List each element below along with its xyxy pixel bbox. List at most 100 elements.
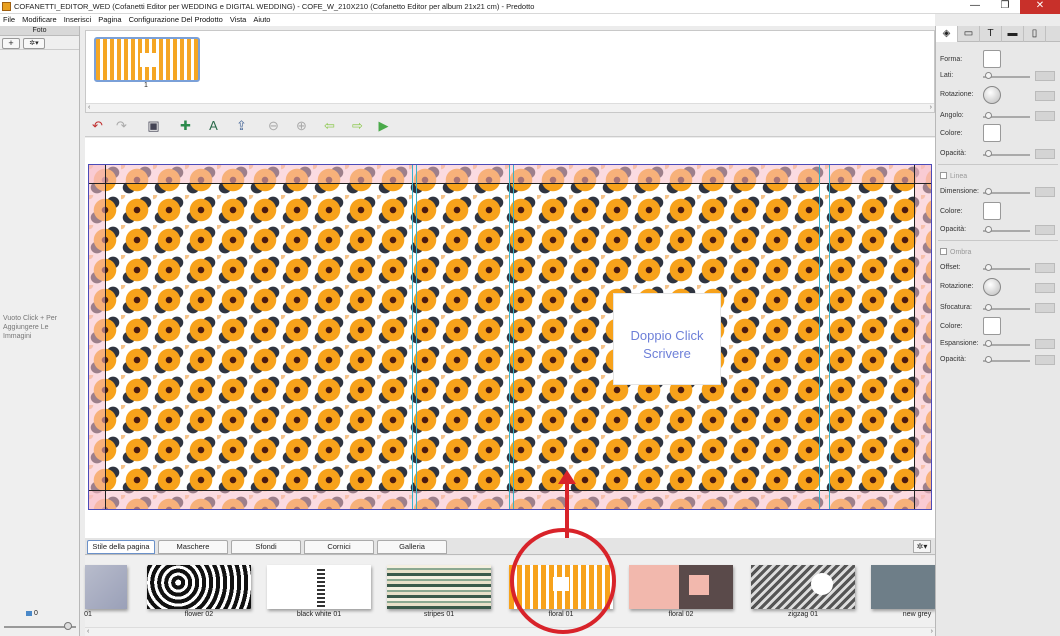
opacita-linea-value[interactable] <box>1035 225 1055 235</box>
sfocatura-value[interactable] <box>1035 303 1055 313</box>
page-properties-tab[interactable]: ▯ <box>1024 26 1046 42</box>
gallery-item[interactable] <box>267 565 371 609</box>
thumbnail-scrollbar[interactable]: ‹ › <box>86 103 934 112</box>
gallery-item[interactable] <box>871 565 935 609</box>
maximize-button[interactable]: ❐ <box>990 0 1020 14</box>
opacita-value[interactable] <box>1035 149 1055 159</box>
rotazione-ombra-value[interactable] <box>1035 283 1055 293</box>
menu-pagina[interactable]: Pagina <box>98 14 121 26</box>
menu-file[interactable]: File <box>3 14 15 26</box>
save-icon[interactable]: ▣ <box>145 117 162 134</box>
opacita-ombra-value[interactable] <box>1035 355 1055 365</box>
gallery-settings-button[interactable]: ✲▾ <box>913 540 931 553</box>
dimensione-slider-knob[interactable] <box>985 188 992 195</box>
undo-icon[interactable]: ↶ <box>89 117 106 134</box>
angolo-value[interactable] <box>1035 111 1055 121</box>
shape-properties-tab[interactable]: ◈ <box>936 26 958 42</box>
rotazione-ombra-dial[interactable] <box>983 278 1001 296</box>
redo-icon[interactable]: ↷ <box>113 117 130 134</box>
tab-maschere[interactable]: Maschere <box>158 540 228 554</box>
page-thumbnail[interactable] <box>94 37 200 82</box>
offset-slider-knob[interactable] <box>985 264 992 271</box>
lati-value[interactable] <box>1035 71 1055 81</box>
ombra-checkbox[interactable]: Ombra <box>940 248 971 256</box>
menu-configurazione[interactable]: Configurazione Del Prodotto <box>129 14 223 26</box>
photo-size-slider-knob[interactable] <box>64 622 72 630</box>
rotazione-value[interactable] <box>1035 91 1055 101</box>
minimize-button[interactable]: — <box>960 0 990 14</box>
frame-properties-tab[interactable]: ▭ <box>958 26 980 42</box>
window-controls: — ❐ ✕ <box>960 0 1060 14</box>
guide-line <box>105 165 106 509</box>
editor-toolbar: ↶ ↷ ▣ ✚ A ⇪ ⊖ ⊕ ⇦ ⇨ ▶ <box>85 115 935 137</box>
close-button[interactable]: ✕ <box>1020 0 1060 14</box>
photo-panel-header: Foto <box>0 26 79 36</box>
tab-stile-della-pagina[interactable]: Stile della pagina <box>87 540 155 554</box>
menu-inserisci[interactable]: Inserisci <box>64 14 92 26</box>
dimensione-value[interactable] <box>1035 187 1055 197</box>
add-photo-button[interactable]: + <box>2 38 20 49</box>
menu-vista[interactable]: Vista <box>230 14 247 26</box>
gallery-scroll-right[interactable]: › <box>931 628 933 635</box>
espansione-slider-knob[interactable] <box>985 340 992 347</box>
app-icon <box>2 2 11 11</box>
gallery-item[interactable] <box>85 565 127 609</box>
menu-modificare[interactable]: Modificare <box>22 14 57 26</box>
page-thumbnail-strip: 1 ‹ › <box>85 30 935 113</box>
tab-galleria[interactable]: Galleria <box>377 540 447 554</box>
empty-photos-hint[interactable]: Vuoto Click + Per Aggiungere Le Immagini <box>3 314 78 341</box>
title-bar: COFANETTI_EDITOR_WED (Cofanetti Editor p… <box>0 0 1060 14</box>
opacita-linea-slider-knob[interactable] <box>985 226 992 233</box>
gallery-item[interactable] <box>147 565 251 609</box>
photo-settings-button[interactable]: ✲▾ <box>23 38 45 49</box>
spine-guide <box>412 165 413 509</box>
properties-tabs: ◈ ▭ T ▬ ▯ <box>936 26 1060 42</box>
text-properties-tab[interactable]: T <box>980 26 1002 42</box>
page-thumbnail-number: 1 <box>144 82 148 89</box>
scroll-left-arrow[interactable]: ‹ <box>88 104 90 111</box>
bleed-left <box>89 165 105 509</box>
colore-linea-swatch[interactable] <box>983 202 1001 220</box>
arrow-left-icon[interactable]: ⇦ <box>321 117 338 134</box>
gallery-scroll-left[interactable]: ‹ <box>87 628 89 635</box>
colore-ombra-swatch[interactable] <box>983 317 1001 335</box>
gallery-item[interactable] <box>629 565 733 609</box>
cover-design[interactable]: Doppio Click Scrivere <box>88 164 932 510</box>
spine-guide <box>829 165 830 509</box>
gallery-item[interactable] <box>751 565 855 609</box>
add-page-icon[interactable]: ✚ <box>177 117 194 134</box>
opacita-slider-knob[interactable] <box>985 150 992 157</box>
style-gallery: 01 flower 02 black white 01 stripes 01 f… <box>84 556 935 636</box>
export-icon[interactable]: ⇪ <box>233 117 250 134</box>
colore-swatch[interactable] <box>983 124 1001 142</box>
text-box[interactable]: Doppio Click Scrivere <box>613 293 721 385</box>
scroll-right-arrow[interactable]: › <box>930 104 932 111</box>
gallery-item[interactable] <box>387 565 491 609</box>
gallery-item-label: 01 <box>84 611 92 618</box>
ruler-tab[interactable]: ▬ <box>1002 26 1024 42</box>
sfocatura-slider-knob[interactable] <box>985 304 992 311</box>
dimensione-label: Dimensione: <box>940 188 979 195</box>
espansione-value[interactable] <box>1035 339 1055 349</box>
opacita-ombra-slider-knob[interactable] <box>985 356 992 363</box>
spine-guide <box>509 165 510 509</box>
offset-value[interactable] <box>1035 263 1055 273</box>
tab-cornici[interactable]: Cornici <box>304 540 374 554</box>
gallery-item-label: black white 01 <box>296 611 342 618</box>
linea-checkbox[interactable]: Linea <box>940 172 967 180</box>
menu-aiuto[interactable]: Aiuto <box>253 14 270 26</box>
photo-panel-toolbar: + ✲▾ <box>0 36 79 50</box>
arrow-right-icon[interactable]: ⇨ <box>349 117 366 134</box>
gallery-scrollbar[interactable]: ‹ › <box>85 627 935 636</box>
opacita-ombra-label: Opacità: <box>940 356 967 363</box>
zoom-out-icon[interactable]: ⊖ <box>265 117 282 134</box>
add-text-icon[interactable]: A <box>205 117 222 134</box>
rotazione-dial[interactable] <box>983 86 1001 104</box>
offset-label: Offset: <box>940 264 961 271</box>
angolo-slider-knob[interactable] <box>985 112 992 119</box>
lati-slider-knob[interactable] <box>985 72 992 79</box>
tab-sfondi[interactable]: Sfondi <box>231 540 301 554</box>
play-icon[interactable]: ▶ <box>375 117 392 134</box>
forma-picker[interactable] <box>983 50 1001 68</box>
zoom-in-icon[interactable]: ⊕ <box>293 117 310 134</box>
